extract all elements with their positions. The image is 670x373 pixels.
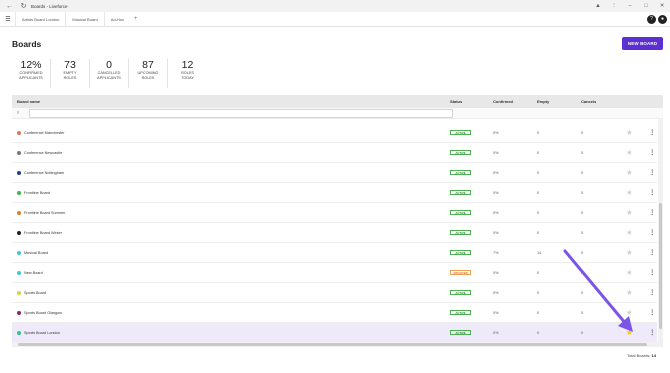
- annotation-arrow-icon: [563, 249, 633, 332]
